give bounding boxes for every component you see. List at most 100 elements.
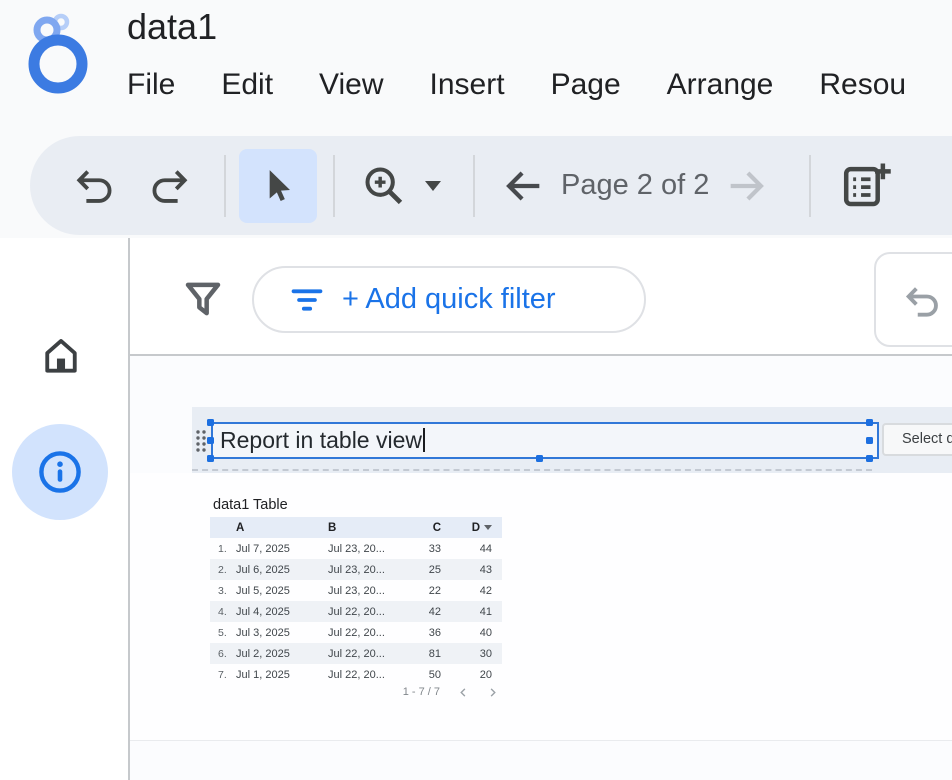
column-header-a[interactable]: A — [236, 522, 328, 534]
column-header-c[interactable]: C — [428, 522, 464, 534]
table-row: 3.Jul 5, 2025Jul 23, 20...2242 — [210, 580, 502, 601]
toolbar-divider — [473, 155, 475, 217]
table-body: 1.Jul 7, 2025Jul 23, 20...33442.Jul 6, 2… — [210, 538, 502, 685]
chevron-down-icon — [425, 181, 441, 191]
add-quick-filter-label: + Add quick filter — [342, 283, 556, 316]
cursor-icon — [258, 166, 298, 206]
left-sidebar — [0, 238, 130, 780]
table-cell: 1. — [210, 543, 236, 555]
page-indicator: Page 2 of 2 — [561, 169, 709, 202]
pagination-prev-button[interactable] — [458, 687, 469, 698]
zoom-in-icon — [361, 163, 407, 209]
menu-item-resou[interactable]: Resou — [819, 68, 906, 102]
filter-lines-icon — [288, 281, 326, 319]
info-button[interactable] — [12, 424, 108, 520]
table-cell: Jul 5, 2025 — [236, 585, 328, 597]
table-cell: 41 — [464, 606, 502, 618]
resize-handle-mid-bottom[interactable] — [536, 455, 543, 462]
select-tool-button[interactable] — [239, 149, 317, 223]
table-cell: Jul 1, 2025 — [236, 669, 328, 681]
info-icon — [36, 448, 84, 496]
textbox-text: Report in table view — [220, 427, 422, 453]
table-cell: Jul 22, 20... — [328, 669, 428, 681]
zoom-button[interactable] — [361, 163, 407, 209]
table-cell: 5. — [210, 627, 236, 639]
table-cell: 36 — [428, 627, 464, 639]
add-page-icon — [839, 159, 893, 213]
next-page-button[interactable] — [723, 163, 769, 209]
table-cell: 81 — [428, 648, 464, 660]
add-page-button[interactable] — [839, 159, 893, 213]
resize-handle-mid-right[interactable] — [866, 437, 873, 444]
table-cell: 20 — [464, 669, 502, 681]
table-title: data1 Table — [213, 497, 288, 513]
toolbar-divider — [224, 155, 226, 217]
table-cell: 25 — [428, 564, 464, 576]
resize-handle-mid-left[interactable] — [207, 437, 214, 444]
report-canvas[interactable]: Report in table view Select dat data1 Ta… — [130, 356, 952, 780]
resize-handle-top-left[interactable] — [207, 419, 214, 426]
toolbar: Page 2 of 2 — [30, 136, 952, 235]
menu-item-page[interactable]: Page — [551, 68, 621, 102]
menu-item-edit[interactable]: Edit — [221, 68, 273, 102]
arrow-left-icon — [501, 163, 547, 209]
table-cell: 42 — [464, 585, 502, 597]
table-cell: Jul 4, 2025 — [236, 606, 328, 618]
layout-guide-line — [192, 469, 872, 471]
table-cell: 7. — [210, 669, 236, 681]
resize-handle-bottom-left[interactable] — [207, 455, 214, 462]
home-icon — [39, 332, 83, 380]
undo-icon — [72, 163, 118, 209]
pagination-next-button[interactable] — [487, 687, 498, 698]
menu-item-arrange[interactable]: Arrange — [667, 68, 774, 102]
table-cell: 50 — [428, 669, 464, 681]
menu-item-file[interactable]: File — [127, 68, 175, 102]
report-title[interactable]: data1 — [127, 6, 217, 48]
table-row: 4.Jul 4, 2025Jul 22, 20...4241 — [210, 601, 502, 622]
table-cell: 42 — [428, 606, 464, 618]
chevron-right-icon — [487, 687, 498, 698]
text-element-editor[interactable]: Report in table view — [211, 422, 879, 459]
table-row: 5.Jul 3, 2025Jul 22, 20...3640 — [210, 622, 502, 643]
drag-handle[interactable] — [194, 428, 208, 459]
table-cell: Jul 2, 2025 — [236, 648, 328, 660]
table-cell: Jul 6, 2025 — [236, 564, 328, 576]
select-data-button[interactable]: Select dat — [882, 423, 952, 456]
table-cell: 43 — [464, 564, 502, 576]
zoom-dropdown-button[interactable] — [425, 181, 441, 191]
resize-handle-bottom-right[interactable] — [866, 455, 873, 462]
redo-button[interactable] — [146, 163, 192, 209]
table-cell: Jul 23, 20... — [328, 564, 428, 576]
menu-bar: File Edit View Insert Page Arrange Resou — [127, 68, 906, 102]
reset-button[interactable]: R — [874, 252, 952, 347]
table-row: 2.Jul 6, 2025Jul 23, 20...2543 — [210, 559, 502, 580]
table-cell: 40 — [464, 627, 502, 639]
menu-item-view[interactable]: View — [319, 68, 383, 102]
previous-page-button[interactable] — [501, 163, 547, 209]
filter-funnel-icon — [183, 276, 223, 327]
resize-handle-top-right[interactable] — [866, 419, 873, 426]
data-table[interactable]: ABCD 1.Jul 7, 2025Jul 23, 20...33442.Jul… — [210, 517, 502, 685]
undo-button[interactable] — [72, 163, 118, 209]
looker-studio-window: data1 File Edit View Insert Page Arrange Resou — [0, 0, 952, 780]
chevron-left-icon — [458, 687, 469, 698]
table-cell: Jul 22, 20... — [328, 648, 428, 660]
sort-caret-icon — [484, 525, 492, 530]
column-header-b[interactable]: B — [328, 522, 428, 534]
table-row: 1.Jul 7, 2025Jul 23, 20...3344 — [210, 538, 502, 559]
toolbar-divider — [809, 155, 811, 217]
page-bottom-edge — [130, 740, 952, 741]
table-cell: 4. — [210, 606, 236, 618]
column-header-d[interactable]: D — [464, 522, 502, 534]
redo-icon — [146, 163, 192, 209]
add-quick-filter-button[interactable]: + Add quick filter — [252, 266, 646, 333]
toolbar-divider — [333, 155, 335, 217]
looker-studio-logo-icon[interactable] — [26, 12, 96, 101]
menu-item-insert[interactable]: Insert — [430, 68, 505, 102]
table-cell: Jul 7, 2025 — [236, 543, 328, 555]
drag-dots-icon — [194, 428, 208, 454]
arrow-right-icon — [723, 163, 769, 209]
pagination-range: 1 - 7 / 7 — [403, 686, 440, 698]
home-button[interactable] — [39, 332, 83, 385]
table-cell: 30 — [464, 648, 502, 660]
